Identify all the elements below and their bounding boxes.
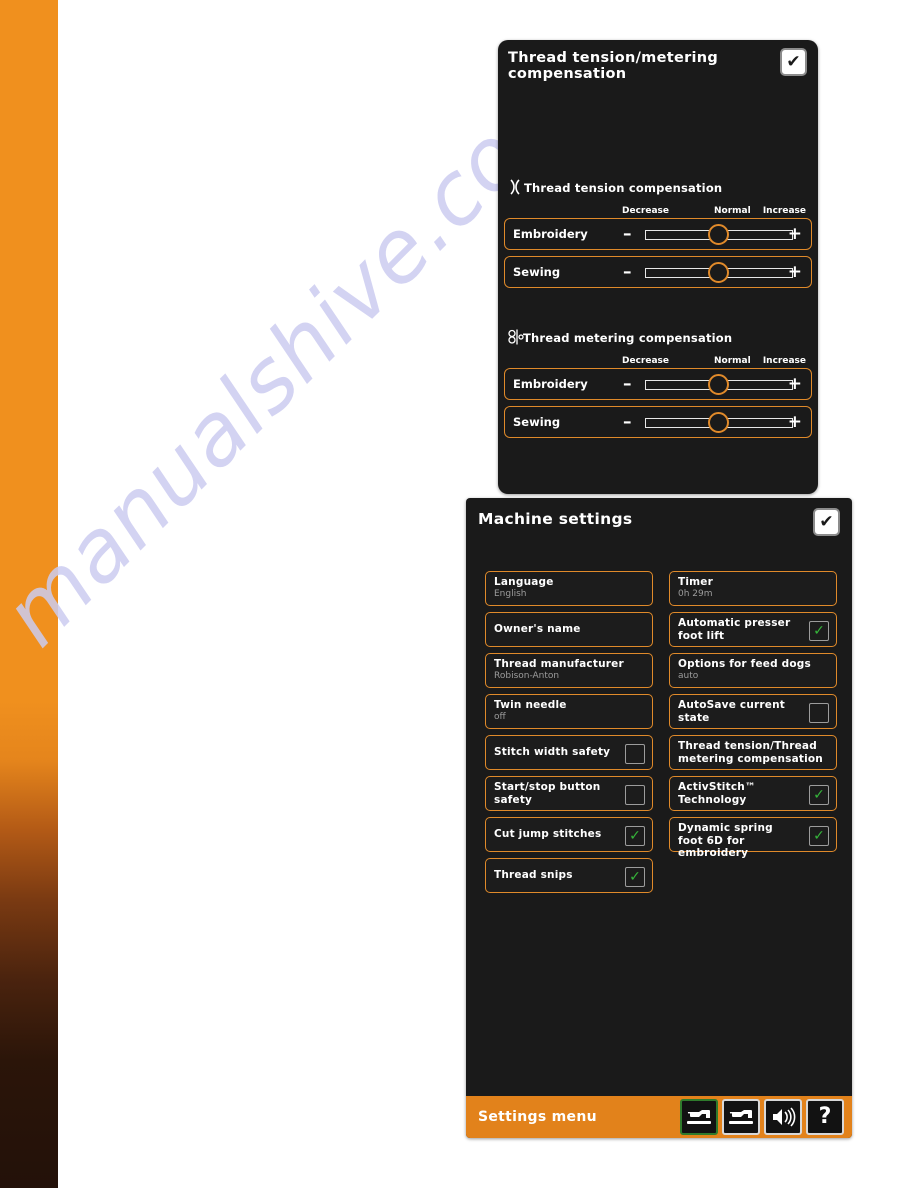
ok-button[interactable]: ✔ xyxy=(780,48,807,76)
increase-button[interactable]: + xyxy=(788,414,802,431)
setting-value: auto xyxy=(678,671,699,681)
scale-decrease-label: Decrease xyxy=(622,356,669,366)
row-label: Sewing xyxy=(513,415,561,429)
slider-knob[interactable] xyxy=(708,262,729,283)
slider-knob[interactable] xyxy=(708,374,729,395)
setting-automatic-presser-foot-lift[interactable]: Automatic presser foot lift ✓ xyxy=(669,612,837,647)
increase-button[interactable]: + xyxy=(788,226,802,243)
checkbox[interactable]: ✓ xyxy=(625,744,645,764)
check-icon: ✔ xyxy=(819,511,834,532)
setting-language[interactable]: Language English xyxy=(485,571,653,606)
decrease-button[interactable]: – xyxy=(623,226,632,243)
ok-button[interactable]: ✔ xyxy=(813,508,840,536)
setting-thread-snips[interactable]: Thread snips ✓ xyxy=(485,858,653,893)
thread-metering-heading: Thread metering compensation xyxy=(523,331,733,345)
decrease-button[interactable]: – xyxy=(623,264,632,281)
page-accent-bar xyxy=(0,0,58,1188)
settings-column-left: Language English Owner's name Thread man… xyxy=(485,571,653,899)
setting-title: Owner's name xyxy=(494,623,581,635)
setting-start-stop-button-safety[interactable]: Start/stop button safety ✓ xyxy=(485,776,653,811)
setting-thread-manufacturer[interactable]: Thread manufacturer Robison-Anton xyxy=(485,653,653,688)
setting-activstitch-technology[interactable]: ActivStitch™ Technology ✓ xyxy=(669,776,837,811)
sewing-settings-tab[interactable] xyxy=(722,1099,760,1135)
settings-menu-label: Settings menu xyxy=(478,1109,597,1125)
increase-button[interactable]: + xyxy=(788,264,802,281)
setting-title: Stitch width safety xyxy=(494,746,611,758)
scale-normal-label: Normal xyxy=(714,356,751,366)
settings-column-right: Timer 0h 29m Automatic presser foot lift… xyxy=(669,571,837,859)
settings-menu-bar: Settings menu ? xyxy=(466,1096,852,1138)
panel-title: Machine settings xyxy=(478,510,633,528)
setting-title: Timer xyxy=(678,576,714,588)
tension-embroidery-slider-row[interactable]: Embroidery – + xyxy=(504,218,812,250)
checkbox[interactable]: ✓ xyxy=(809,826,829,846)
thread-metering-icon xyxy=(506,328,524,346)
question-mark-icon: ? xyxy=(818,1104,832,1129)
setting-dynamic-spring-foot-6d[interactable]: Dynamic spring foot 6D for embroidery ✓ xyxy=(669,817,837,859)
checkbox[interactable]: ✓ xyxy=(809,785,829,805)
checkbox[interactable]: ✓ xyxy=(809,621,829,641)
slider-knob[interactable] xyxy=(708,224,729,245)
machine-settings-panel: Machine settings ✔ Language English Owne… xyxy=(466,498,852,1138)
row-label: Embroidery xyxy=(513,377,588,391)
setting-options-for-feed-dogs[interactable]: Options for feed dogs auto xyxy=(669,653,837,688)
checkbox[interactable]: ✓ xyxy=(625,826,645,846)
speaker-icon xyxy=(773,1107,796,1127)
setting-title: Dynamic spring foot 6D for embroidery xyxy=(678,822,773,859)
setting-owners-name[interactable]: Owner's name xyxy=(485,612,653,647)
decrease-button[interactable]: – xyxy=(623,414,632,431)
setting-title: AutoSave current state xyxy=(678,699,785,724)
tension-scale-labels: Decrease Normal Increase xyxy=(622,206,806,218)
setting-title: Language xyxy=(494,576,554,588)
setting-title: Thread tension/Thread metering compensat… xyxy=(678,740,823,765)
tension-sewing-slider-row[interactable]: Sewing – + xyxy=(504,256,812,288)
setting-autosave-current-state[interactable]: AutoSave current state ✓ xyxy=(669,694,837,729)
decrease-button[interactable]: – xyxy=(623,376,632,393)
setting-title: Cut jump stitches xyxy=(494,828,602,840)
thread-tension-icon xyxy=(506,178,524,196)
checkbox[interactable]: ✓ xyxy=(809,703,829,723)
row-label: Sewing xyxy=(513,265,561,279)
increase-button[interactable]: + xyxy=(788,376,802,393)
sewing-machine-icon xyxy=(729,1110,753,1124)
checkbox[interactable]: ✓ xyxy=(625,785,645,805)
setting-title: Twin needle xyxy=(494,699,567,711)
setting-thread-tension-metering-compensation[interactable]: Thread tension/Thread metering compensat… xyxy=(669,735,837,770)
row-label: Embroidery xyxy=(513,227,588,241)
scale-normal-label: Normal xyxy=(714,206,751,216)
settings-menu-tabs: ? xyxy=(680,1099,844,1135)
metering-sewing-slider-row[interactable]: Sewing – + xyxy=(504,406,812,438)
machine-settings-tab[interactable] xyxy=(680,1099,718,1135)
sewing-machine-icon xyxy=(687,1110,711,1124)
scale-increase-label: Increase xyxy=(762,356,806,366)
scale-increase-label: Increase xyxy=(762,206,806,216)
setting-value: off xyxy=(494,712,506,722)
setting-cut-jump-stitches[interactable]: Cut jump stitches ✓ xyxy=(485,817,653,852)
setting-title: Options for feed dogs xyxy=(678,658,811,670)
setting-title: Start/stop button safety xyxy=(494,781,601,806)
thread-tension-metering-panel: Thread tension/metering compensation ✔ T… xyxy=(498,40,818,494)
setting-title: Automatic presser foot lift xyxy=(678,617,791,642)
help-tab[interactable]: ? xyxy=(806,1099,844,1135)
setting-value: English xyxy=(494,589,527,599)
setting-twin-needle[interactable]: Twin needle off xyxy=(485,694,653,729)
slider-knob[interactable] xyxy=(708,412,729,433)
check-icon: ✔ xyxy=(786,51,801,72)
setting-value: Robison-Anton xyxy=(494,671,560,681)
setting-timer[interactable]: Timer 0h 29m xyxy=(669,571,837,606)
scale-decrease-label: Decrease xyxy=(622,206,669,216)
setting-stitch-width-safety[interactable]: Stitch width safety ✓ xyxy=(485,735,653,770)
sound-settings-tab[interactable] xyxy=(764,1099,802,1135)
checkbox[interactable]: ✓ xyxy=(625,867,645,887)
setting-value: 0h 29m xyxy=(678,589,713,599)
thread-tension-heading: Thread tension compensation xyxy=(524,181,723,195)
metering-scale-labels: Decrease Normal Increase xyxy=(622,356,806,368)
setting-title: Thread snips xyxy=(494,869,573,881)
panel-title: Thread tension/metering compensation xyxy=(508,50,719,82)
setting-title: ActivStitch™ Technology xyxy=(678,781,756,806)
metering-embroidery-slider-row[interactable]: Embroidery – + xyxy=(504,368,812,400)
setting-title: Thread manufacturer xyxy=(494,658,624,670)
